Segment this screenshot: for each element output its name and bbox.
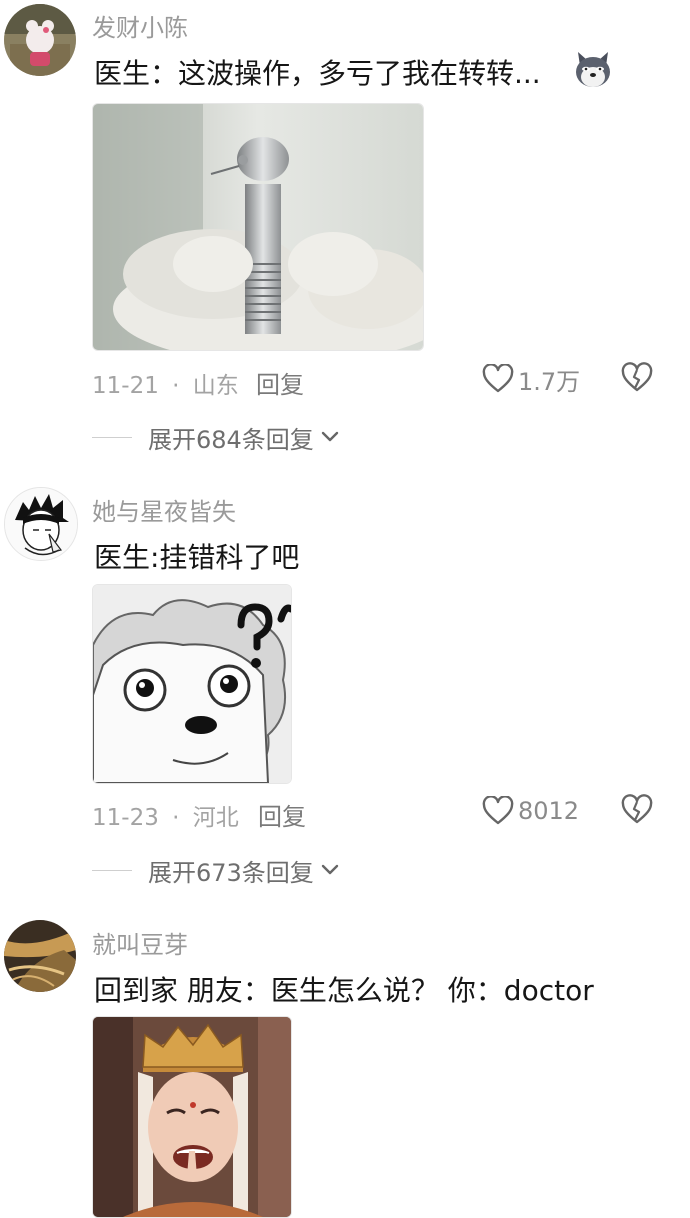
username[interactable]: 就叫豆芽 [92,925,188,960]
comment-text: 回到家 朋友：医生怎么说？ 你：doctor [94,974,594,1007]
comment-item: 就叫豆芽 回到家 朋友：医生怎么说？ 你：doctor [0,0,690,1218]
comment-image[interactable] [92,1016,292,1218]
avatar[interactable] [4,920,76,992]
